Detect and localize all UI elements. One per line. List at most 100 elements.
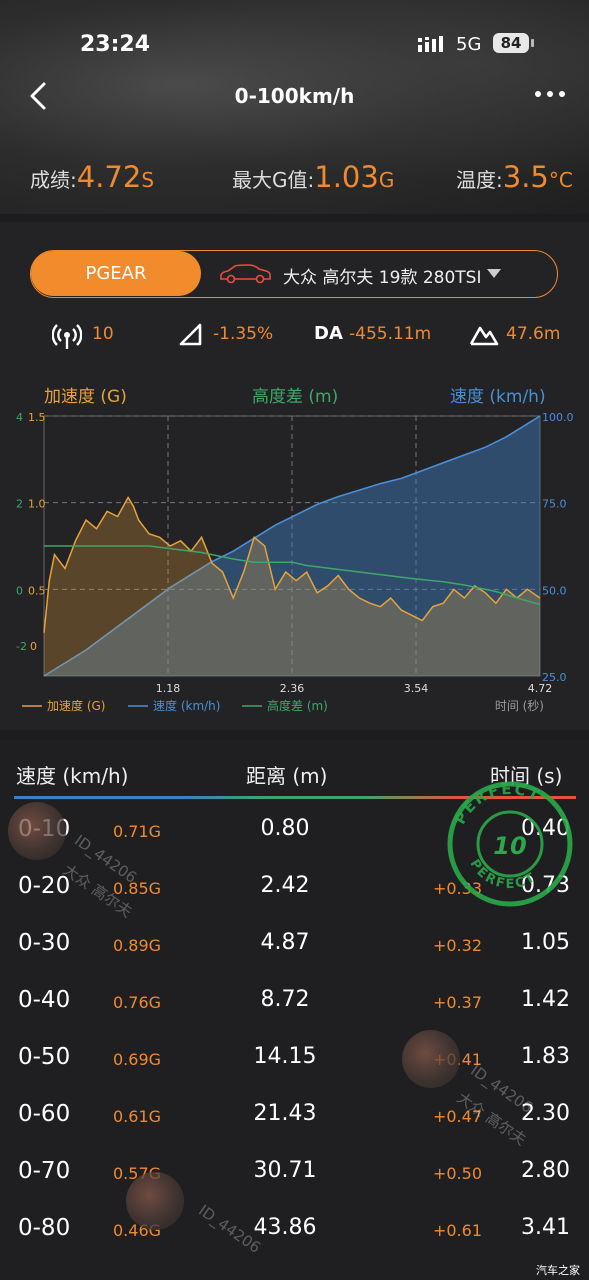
site-label: 汽车之家 <box>536 1264 580 1277</box>
delta-cell: +0.50 <box>432 1164 482 1183</box>
score-value: 4.72 <box>76 160 142 194</box>
max-g-result: 最大G值:1.03G <box>232 160 394 194</box>
score-label: 成绩: <box>30 168 77 192</box>
car-icon <box>220 264 271 284</box>
range-cell: 0-40 <box>18 987 71 1013</box>
legend-label: 高度差 (m) <box>267 698 328 713</box>
network-type: 5G <box>456 34 482 55</box>
accel-tick-label: 1.0 <box>28 498 46 511</box>
x-axis-label: 时间 (秒) <box>495 699 544 713</box>
max-g-value: 1.03 <box>314 160 379 194</box>
table-row: 0-40 0.76G 8.72 +0.37 1.42 <box>0 979 589 1036</box>
table-row: 0-70 0.57G 30.71 +0.50 2.80 <box>0 1150 589 1207</box>
max-g-label: 最大G值: <box>232 168 315 192</box>
accel-tick-label: 1.5 <box>28 411 46 424</box>
alt-tick-label: 2 <box>16 498 23 511</box>
pgear-button[interactable]: PGEAR <box>31 251 201 296</box>
score-result: 成绩:4.72S <box>30 160 154 194</box>
results-summary: 成绩:4.72S 最大G值:1.03G 温度:3.5°C <box>0 160 589 204</box>
da-label: DA <box>314 323 343 344</box>
x-tick-label: 2.36 <box>280 682 305 695</box>
speed-axis-title: 速度 (km/h) <box>450 387 546 407</box>
range-cell: 0-80 <box>18 1215 71 1241</box>
slope-value: -1.35% <box>213 324 274 344</box>
table-row: 0-30 0.89G 4.87 +0.32 1.05 <box>0 922 589 979</box>
max-g-unit: G <box>378 168 395 192</box>
temperature-result: 温度:3.5°C <box>456 160 573 194</box>
speed-tick-label: 50.0 <box>542 584 567 597</box>
range-cell: 0-30 <box>18 930 71 956</box>
distance-cell: 2.42 <box>260 873 310 898</box>
header-speed: 速度 (km/h) <box>16 764 129 788</box>
time-cell: 1.83 <box>521 1044 570 1069</box>
distance-cell: 21.43 <box>253 1101 317 1126</box>
speed-tick-label: 100.0 <box>542 411 574 424</box>
g-cell: 0.76G <box>113 993 162 1012</box>
temperature-label: 温度: <box>456 168 503 192</box>
table-row: 0-80 0.46G 43.86 +0.61 3.41 <box>0 1207 589 1264</box>
g-cell: 0.61G <box>113 1107 162 1126</box>
speed-tick-label: 75.0 <box>542 498 567 511</box>
more-icon[interactable] <box>532 82 568 106</box>
delta-cell: +0.32 <box>432 936 482 955</box>
distance-cell: 14.15 <box>253 1044 317 1069</box>
delta-cell: +0.37 <box>432 993 482 1012</box>
legend-label: 加速度 (G) <box>47 698 105 713</box>
dropdown-arrow-icon[interactable] <box>487 269 501 278</box>
time-cell: 2.80 <box>521 1158 570 1183</box>
header-distance: 距离 (m) <box>246 764 328 788</box>
time-cell: 1.42 <box>521 987 570 1012</box>
g-cell: 0.71G <box>113 822 162 841</box>
watermark-avatar <box>8 802 66 860</box>
distance-cell: 8.72 <box>260 987 310 1012</box>
temperature-value: 3.5 <box>502 160 549 194</box>
distance-cell: 30.71 <box>253 1158 317 1183</box>
range-cell: 0-60 <box>18 1101 71 1127</box>
watermark-avatar <box>126 1172 184 1230</box>
chart-panel: PGEAR 大众 高尔夫 19款 280TSI 10 -1.35% DA -45… <box>0 222 589 730</box>
mountain-icon <box>469 326 499 346</box>
altitude-axis-title: 高度差 (m) <box>252 387 338 407</box>
alt-tick-label: 4 <box>16 411 23 424</box>
range-cell: 0-70 <box>18 1158 71 1184</box>
delta-cell: +0.61 <box>432 1221 482 1240</box>
time-cell: 1.05 <box>521 930 570 955</box>
satellite-signal-icon <box>52 324 82 349</box>
score-unit: S <box>141 168 155 192</box>
g-cell: 0.69G <box>113 1050 162 1069</box>
slope-icon <box>179 323 202 346</box>
x-tick-label: 1.18 <box>156 682 181 695</box>
accel-tick-label: 0.5 <box>28 584 46 597</box>
time-cell: 3.41 <box>521 1215 570 1240</box>
alt-tick-label: -2 <box>16 640 27 653</box>
split-times-table: 速度 (km/h) 距离 (m) 时间 (s) 0-10 0.71G 0.80 … <box>0 740 589 1280</box>
run-stats: 10 -1.35% DA -455.11m 47.6m <box>0 318 589 354</box>
watermark-avatar <box>402 1030 460 1088</box>
chart-svg: 加速度 (G) 高度差 (m) 速度 (km/h)420-21.51.00.5010… <box>16 387 574 713</box>
signal-icon <box>418 36 443 52</box>
temperature-unit: °C <box>548 168 573 192</box>
x-tick-label: 3.54 <box>404 682 429 695</box>
distance-cell: 0.80 <box>260 816 310 841</box>
altitude-value: 47.6m <box>506 324 561 344</box>
car-selector[interactable]: PGEAR 大众 高尔夫 19款 280TSI <box>30 250 558 298</box>
car-model-label: 大众 高尔夫 19款 280TSI <box>283 268 482 288</box>
page-title: 0-100km/h <box>234 84 355 108</box>
accel-tick-label: 0 <box>30 640 37 653</box>
battery-icon: 84 <box>493 33 534 53</box>
stamp-number: 10 <box>493 832 526 860</box>
accel-axis-title: 加速度 (G) <box>44 387 127 407</box>
da-value: -455.11m <box>349 324 432 344</box>
acceleration-chart: 加速度 (G) 高度差 (m) 速度 (km/h) 4 2 0 -2 1.5 1.0 0.5 0 10… <box>0 380 589 720</box>
satellites-value: 10 <box>92 324 114 344</box>
perfect-stamp: PERFECT PERFECT 10 <box>447 780 573 907</box>
legend-label: 速度 (km/h) <box>153 698 220 713</box>
distance-cell: 4.87 <box>260 930 310 955</box>
status-time: 23:24 <box>80 32 151 57</box>
status-bar: 23:24 5G 84 <box>0 28 589 62</box>
range-cell: 0-50 <box>18 1044 71 1070</box>
x-tick-label: 4.72 <box>528 682 553 695</box>
alt-tick-label: 0 <box>16 584 23 597</box>
g-cell: 0.89G <box>113 936 162 955</box>
nav-bar: 0-100km/h <box>0 72 589 122</box>
